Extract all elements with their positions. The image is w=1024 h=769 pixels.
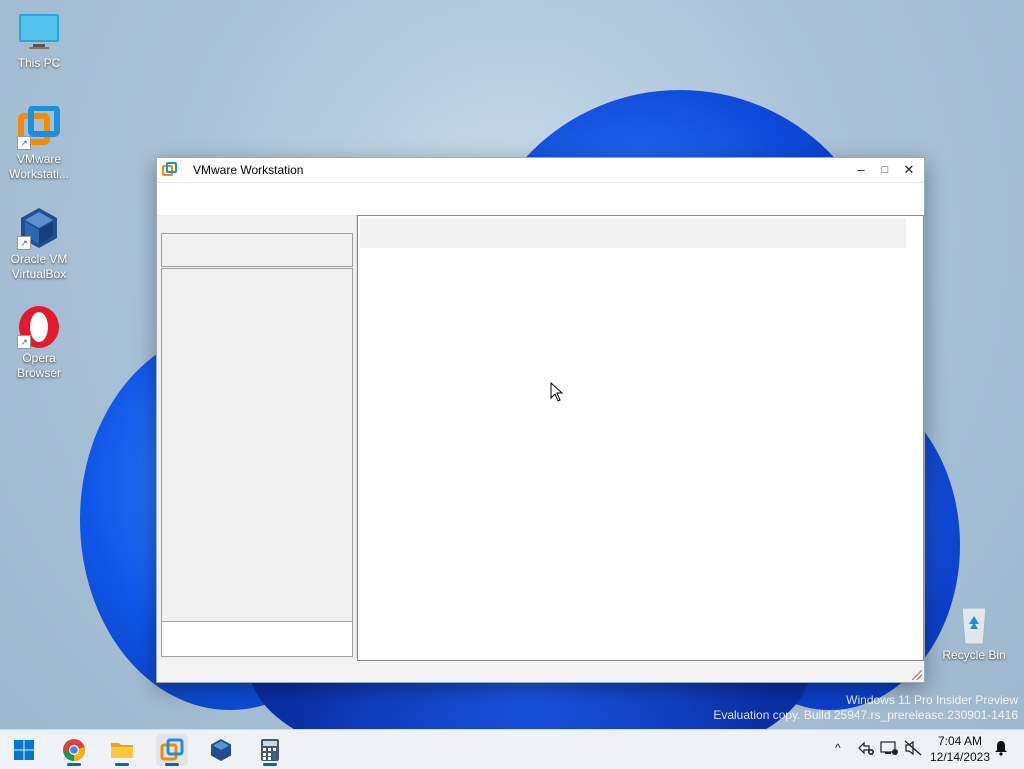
- taskbar-chrome[interactable]: [58, 734, 90, 766]
- start-button[interactable]: [8, 734, 40, 766]
- this-pc-icon: [17, 10, 61, 54]
- resize-grip[interactable]: [912, 670, 922, 680]
- watermark-line-1: Windows 11 Pro Insider Preview: [846, 693, 1018, 707]
- clock-date: 12/14/2023: [929, 750, 991, 764]
- running-indicator: [263, 763, 277, 766]
- desktop-icon-label: Recycle Bin: [942, 648, 1006, 662]
- show-hidden-icons-button[interactable]: ^: [835, 741, 841, 755]
- system-clock[interactable]: 7:04 AM 12/14/2023: [926, 733, 994, 765]
- volume-muted-icon[interactable]: [904, 740, 922, 759]
- desktop-icon-label: This PC: [17, 56, 61, 70]
- minimize-button[interactable]: –: [850, 160, 872, 180]
- library-footer: [161, 621, 353, 657]
- vmware-window[interactable]: VMware Workstation – □ ✕: [156, 157, 925, 683]
- menu-bar: [157, 183, 924, 215]
- calculator-icon: [261, 739, 279, 761]
- desktop-icon-this-pc[interactable]: This PC: [1, 10, 77, 71]
- virtualbox-icon: [211, 739, 231, 761]
- maximize-button[interactable]: □: [874, 160, 896, 180]
- shortcut-arrow-icon: ↗: [17, 335, 31, 349]
- main-content-pane[interactable]: [357, 215, 924, 661]
- library-list[interactable]: [161, 268, 353, 622]
- vmware-icon: [160, 738, 184, 761]
- desktop-icon-virtualbox[interactable]: ↗ Oracle VM VirtualBox: [1, 206, 77, 282]
- evaluation-watermark: Windows 11 Pro Insider Preview Evaluatio…: [713, 693, 1018, 723]
- taskbar-virtualbox[interactable]: [205, 734, 237, 766]
- close-button[interactable]: ✕: [898, 160, 920, 180]
- desktop-icon-vmware[interactable]: ↗ VMware Workstati...: [1, 105, 77, 182]
- vmware-icon: ↗: [17, 105, 61, 150]
- shortcut-arrow-icon: ↗: [17, 236, 31, 250]
- network-icon[interactable]: [857, 740, 875, 759]
- clock-time: 7:04 AM: [937, 734, 983, 748]
- taskbar-vmware[interactable]: [156, 734, 188, 766]
- file-explorer-icon: [111, 743, 133, 758]
- shortcut-arrow-icon: ↗: [17, 136, 31, 150]
- running-indicator: [67, 763, 81, 766]
- taskbar: ^ 7:04 AM 12/14/2023: [0, 729, 1024, 769]
- opera-icon: ↗: [17, 305, 61, 349]
- library-pane: [157, 215, 357, 658]
- running-indicator: [115, 763, 129, 766]
- mouse-cursor-icon: [550, 381, 564, 402]
- desktop-icon-label: VMware Workstati...: [9, 152, 69, 181]
- start-icon: [14, 740, 34, 760]
- desktop-icon-opera[interactable]: ↗ Opera Browser: [1, 305, 77, 381]
- title-bar[interactable]: VMware Workstation – □ ✕: [157, 158, 924, 183]
- desktop-icon-label: Oracle VM VirtualBox: [10, 252, 68, 281]
- desktop-icon-label: Opera Browser: [16, 351, 61, 380]
- recycle-bin-icon: [952, 602, 996, 646]
- library-search-area[interactable]: [161, 233, 353, 267]
- running-indicator: [165, 763, 179, 766]
- taskbar-file-explorer[interactable]: [106, 734, 138, 766]
- watermark-line-2: Evaluation copy. Build 25947.rs_prerelea…: [713, 708, 1018, 722]
- desktop-icon-recycle-bin[interactable]: Recycle Bin: [936, 602, 1012, 663]
- chrome-icon: [63, 739, 85, 761]
- virtualbox-icon: ↗: [17, 206, 61, 250]
- tab-strip: [360, 218, 906, 248]
- taskbar-calculator[interactable]: [254, 734, 286, 766]
- display-icon[interactable]: [880, 740, 898, 759]
- vmware-icon: [162, 162, 177, 177]
- notification-bell-icon[interactable]: [994, 740, 1008, 759]
- window-title: VMware Workstation: [193, 163, 304, 177]
